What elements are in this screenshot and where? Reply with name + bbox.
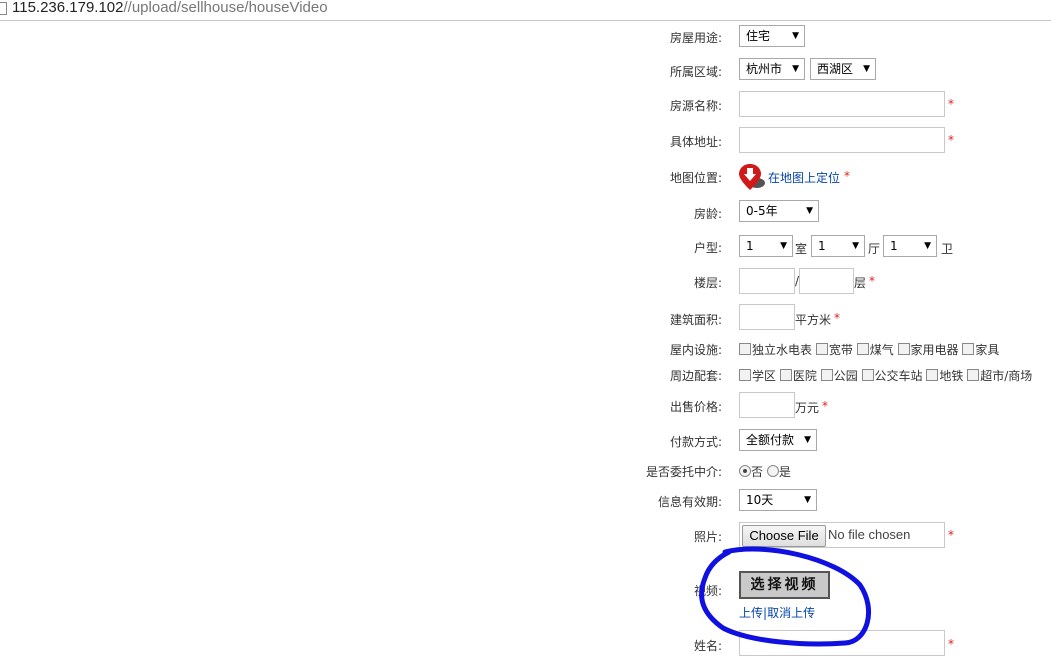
- layout-label: 户型:: [693, 241, 722, 255]
- surroundings-group: 学区 医院 公园 公交车站 地铁 超市/商场: [739, 367, 1032, 384]
- rooms-unit: 室: [795, 242, 808, 256]
- area-unit: 平方米: [795, 313, 832, 327]
- area-input[interactable]: [739, 304, 795, 330]
- baths-unit: 卫: [941, 242, 954, 256]
- required-mark: *: [948, 637, 954, 651]
- address-label: 具体地址:: [669, 135, 722, 149]
- required-mark: *: [948, 528, 954, 542]
- facility-item[interactable]: 家具: [962, 343, 999, 357]
- checkbox[interactable]: [820, 369, 833, 381]
- checkbox[interactable]: [967, 369, 980, 381]
- required-mark: *: [834, 311, 840, 325]
- page-icon: [0, 2, 7, 15]
- house-name-input[interactable]: [739, 91, 945, 117]
- surrounding-item[interactable]: 学区: [739, 369, 776, 383]
- price-label: 出售价格:: [669, 400, 722, 414]
- floor-input[interactable]: [739, 268, 795, 294]
- total-floor-input[interactable]: [799, 268, 854, 294]
- url-path: //upload/sellhouse/houseVideo: [123, 0, 328, 16]
- age-label: 房龄:: [693, 207, 722, 221]
- agent-radio-group: 否 是: [739, 463, 791, 480]
- baths-value: 1: [890, 239, 898, 253]
- age-value: 0-5年: [746, 204, 778, 218]
- age-select[interactable]: 0-5年 ▼: [739, 200, 819, 222]
- radio-no[interactable]: [739, 465, 751, 477]
- checkbox[interactable]: [815, 343, 828, 355]
- name-label: 房源名称:: [669, 99, 722, 113]
- chevron-down-icon: ▼: [804, 435, 811, 445]
- checkbox[interactable]: [739, 343, 751, 355]
- chevron-down-icon: ▼: [780, 241, 787, 251]
- facilities-group: 独立水电表 宽带 煤气 家用电器 家具: [739, 341, 999, 358]
- facility-item[interactable]: 煤气: [856, 343, 894, 357]
- halls-unit: 厅: [868, 242, 881, 256]
- address-input[interactable]: [739, 127, 945, 153]
- map-label: 地图位置:: [669, 171, 722, 185]
- chevron-down-icon: ▼: [792, 64, 799, 74]
- area-label: 建筑面积:: [669, 313, 722, 327]
- surrounding-item[interactable]: 公园: [820, 369, 858, 383]
- chevron-down-icon: ▼: [806, 206, 813, 216]
- usage-label: 房屋用途:: [669, 31, 722, 45]
- district-select[interactable]: 西湖区 ▼: [810, 58, 876, 80]
- halls-select[interactable]: 1 ▼: [811, 235, 865, 257]
- city-select[interactable]: 杭州市 ▼: [739, 58, 805, 80]
- checkbox[interactable]: [926, 369, 939, 381]
- checkbox[interactable]: [779, 369, 792, 381]
- city-value: 杭州市: [746, 62, 783, 76]
- rooms-value: 1: [746, 239, 754, 253]
- surrounding-item[interactable]: 医院: [779, 369, 817, 383]
- chevron-down-icon: ▼: [863, 64, 870, 74]
- surrounding-item[interactable]: 超市/商场: [967, 369, 1032, 383]
- facilities-label: 屋内设施:: [669, 343, 722, 357]
- checkbox[interactable]: [861, 369, 874, 381]
- facility-item[interactable]: 宽带: [815, 343, 853, 357]
- facility-item[interactable]: 家用电器: [897, 343, 959, 357]
- required-mark: *: [869, 274, 875, 288]
- map-locate-link[interactable]: 在地图上定位: [768, 169, 840, 186]
- region-label: 所属区域:: [669, 65, 722, 79]
- surroundings-label: 周边配套:: [669, 369, 722, 383]
- checkbox[interactable]: [739, 369, 751, 381]
- surrounding-item[interactable]: 地铁: [926, 369, 963, 383]
- halls-value: 1: [818, 239, 826, 253]
- usage-value: 住宅: [746, 29, 771, 43]
- required-mark: *: [948, 97, 954, 111]
- agent-yes-option[interactable]: 是: [766, 465, 791, 479]
- map-pin-icon[interactable]: [739, 163, 767, 191]
- address-bar[interactable]: 115.236.179.102//upload/sellhouse/houseV…: [0, 0, 1051, 21]
- chevron-down-icon: ▼: [792, 31, 799, 41]
- required-mark: *: [822, 399, 828, 413]
- usage-select[interactable]: 住宅 ▼: [739, 25, 805, 47]
- chevron-down-icon: ▼: [924, 241, 931, 251]
- url-text[interactable]: 115.236.179.102//upload/sellhouse/houseV…: [12, 0, 328, 16]
- validity-label: 信息有效期:: [657, 495, 722, 509]
- url-host: 115.236.179.102: [12, 0, 124, 16]
- price-unit: 万元: [795, 401, 820, 415]
- checkbox[interactable]: [897, 343, 910, 355]
- district-value: 西湖区: [817, 62, 854, 76]
- agent-label: 是否委托中介:: [645, 465, 722, 479]
- validity-select[interactable]: 10天 ▼: [739, 489, 817, 511]
- floor-unit: 层: [854, 276, 867, 290]
- annotation-circle: [699, 546, 871, 647]
- payment-select[interactable]: 全额付款 ▼: [739, 429, 817, 451]
- checkbox[interactable]: [856, 343, 869, 355]
- agent-no-option[interactable]: 否: [739, 465, 763, 479]
- price-input[interactable]: [739, 392, 795, 418]
- baths-select[interactable]: 1 ▼: [883, 235, 937, 257]
- checkbox[interactable]: [962, 343, 975, 355]
- floor-label: 楼层:: [693, 276, 722, 290]
- chevron-down-icon: ▼: [852, 241, 859, 251]
- surrounding-item[interactable]: 公交车站: [861, 369, 923, 383]
- required-mark: *: [844, 169, 850, 183]
- required-mark: *: [948, 133, 954, 147]
- validity-value: 10天: [746, 493, 774, 507]
- payment-value: 全额付款: [746, 433, 795, 447]
- radio-yes[interactable]: [766, 465, 779, 477]
- chevron-down-icon: ▼: [804, 495, 811, 505]
- payment-label: 付款方式:: [669, 435, 722, 449]
- rooms-select[interactable]: 1 ▼: [739, 235, 793, 257]
- facility-item[interactable]: 独立水电表: [739, 343, 812, 357]
